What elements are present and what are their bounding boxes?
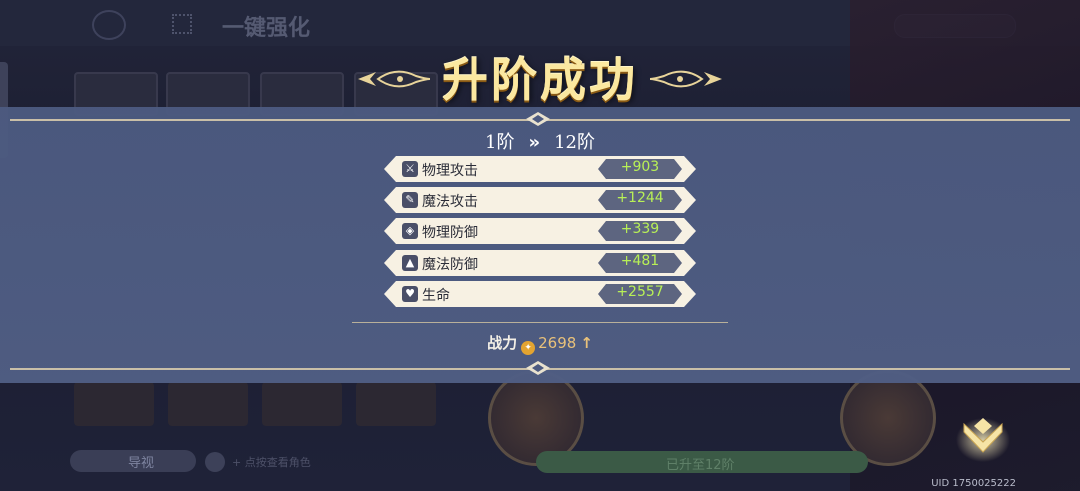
status-button[interactable]: 已升至12阶 — [536, 451, 868, 473]
wand-icon: ✎ — [402, 192, 418, 208]
stat-value: +1244 — [616, 190, 664, 206]
heart-icon: ♥ — [402, 286, 418, 302]
wizard-hat-icon: ▲ — [402, 255, 418, 271]
stat-label: 物理攻击 — [422, 163, 478, 179]
back-icon[interactable] — [92, 10, 126, 40]
character-card[interactable] — [74, 382, 154, 426]
stat-row-hp: ♥ 生命 +2557 — [384, 281, 696, 307]
guide-button-label: 导视 — [128, 456, 155, 471]
shield-icon: ◈ — [402, 223, 418, 239]
hint-text: + 点按查看角色 — [232, 456, 311, 469]
grid-icon — [172, 14, 192, 34]
confirm-chevron-icon[interactable] — [956, 414, 1010, 464]
diamond-ornament-icon — [526, 112, 550, 126]
stat-label: 物理防御 — [422, 225, 478, 241]
diamond-ornament-icon — [526, 361, 550, 375]
stat-row-magic-defense: ▲ 魔法防御 +481 — [384, 250, 696, 276]
stat-value: +481 — [620, 253, 660, 269]
stat-label: 魔法防御 — [422, 257, 478, 273]
stat-label: 魔法攻击 — [422, 194, 478, 210]
stat-row-physical-defense: ◈ 物理防御 +339 — [384, 218, 696, 244]
rank-to: 12阶 — [554, 132, 595, 153]
rank-arrow-icon: » — [528, 132, 541, 153]
screen-title: 一键强化 — [222, 16, 311, 41]
flourish-right-icon — [649, 70, 722, 88]
flame-icon: ✦ — [521, 341, 536, 355]
stat-row-magic-attack: ✎ 魔法攻击 +1244 — [384, 187, 696, 213]
combat-power: 战力 ✦ 2698 ↑ — [0, 332, 1080, 355]
power-value: 2698 — [538, 334, 577, 352]
up-arrow-icon: ↑ — [580, 334, 593, 352]
character-card[interactable] — [262, 382, 342, 426]
help-icon[interactable] — [205, 452, 225, 472]
character-card[interactable] — [356, 382, 436, 426]
user-id: UID 1750025222 — [931, 478, 1016, 489]
title-banner: 升阶成功 — [356, 44, 724, 114]
stat-label: 生命 — [422, 288, 450, 304]
rank-from: 1阶 — [485, 132, 515, 153]
stat-value: +2557 — [616, 284, 664, 300]
sword-icon: ⚔ — [402, 161, 418, 177]
character-card[interactable] — [168, 382, 248, 426]
rank-change: 1阶 » 12阶 — [0, 128, 1080, 154]
guide-button[interactable]: 导视 — [70, 450, 196, 472]
stat-value: +339 — [620, 221, 660, 237]
status-button-label: 已升至12阶 — [666, 458, 735, 473]
stat-row-physical-attack: ⚔ 物理攻击 +903 — [384, 156, 696, 182]
divider — [352, 322, 728, 323]
stat-value: +903 — [620, 159, 660, 175]
power-label: 战力 — [487, 334, 518, 352]
